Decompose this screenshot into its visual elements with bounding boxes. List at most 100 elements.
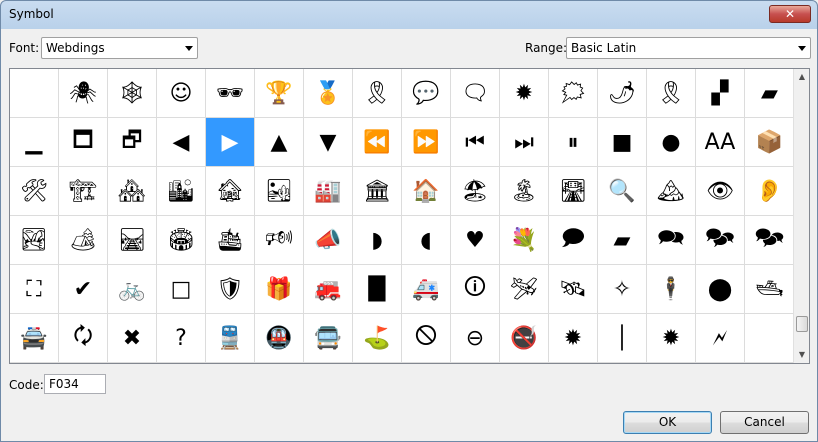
fire-engine-icon[interactable]: 🚒	[304, 265, 353, 314]
heart-icon[interactable]: ♥	[451, 216, 500, 265]
symbol-cell-empty[interactable]	[745, 314, 794, 363]
triangle-left-icon[interactable]: ◀	[157, 118, 206, 167]
prohibited-icon[interactable]: 🛇	[402, 314, 451, 363]
pause-icon[interactable]: ⏸	[549, 118, 598, 167]
no-entry-icon[interactable]: ⊖	[451, 314, 500, 363]
triangle-up-icon[interactable]: ▲	[255, 118, 304, 167]
construction-icon[interactable]: 🏗	[59, 167, 108, 216]
derelict-house-icon[interactable]: 🏚	[206, 167, 255, 216]
font-dropdown[interactable]: Webdings	[41, 37, 198, 59]
record-icon[interactable]: ●	[647, 118, 696, 167]
train-icon[interactable]: 🚆	[206, 314, 255, 363]
no-smiley-icon[interactable]: ☺	[157, 69, 206, 118]
font-size-icon[interactable]: AA	[696, 118, 745, 167]
slash-bar-icon[interactable]: ▰	[745, 69, 794, 118]
scroll-thumb[interactable]	[796, 316, 808, 332]
scroll-down-icon[interactable]: ▼	[794, 347, 810, 363]
information-icon[interactable]: 🛈	[451, 265, 500, 314]
cruise-ship-icon[interactable]: 🛳	[206, 216, 255, 265]
shield-icon[interactable]: 🛡	[206, 265, 255, 314]
rewind-icon[interactable]: ⏪	[353, 118, 402, 167]
triangle-right-icon[interactable]: ▶	[206, 118, 255, 167]
bouquet-icon[interactable]: 💐	[500, 216, 549, 265]
tools-icon[interactable]: 🛠	[10, 167, 59, 216]
ambulance-icon[interactable]: 🚑	[402, 265, 451, 314]
national-park-icon[interactable]: 🏞	[10, 216, 59, 265]
camping-icon[interactable]: 🏕	[59, 216, 108, 265]
code-field[interactable]: F034	[44, 374, 106, 394]
skip-back-icon[interactable]: ⏮	[451, 118, 500, 167]
houses-icon[interactable]: 🏘	[108, 167, 157, 216]
diagonal-bar-icon[interactable]: ▰	[598, 216, 647, 265]
white-square-icon[interactable]: □	[157, 265, 206, 314]
triangle-down-icon[interactable]: ▼	[304, 118, 353, 167]
range-dropdown[interactable]: Basic Latin	[566, 37, 811, 59]
explosion-icon[interactable]: ✹	[549, 314, 598, 363]
two-bubbles-icon[interactable]: 🗪	[647, 216, 696, 265]
vertical-scrollbar[interactable]: ▲ ▼	[793, 69, 809, 363]
question-mark-icon[interactable]: ?	[157, 314, 206, 363]
ok-button[interactable]: OK	[623, 411, 712, 434]
three-bubbles-icon[interactable]: 🗫	[696, 216, 745, 265]
sunglasses-icon[interactable]: 🕶	[206, 69, 255, 118]
check-mark-icon[interactable]: ✔	[59, 265, 108, 314]
ribbon-scroll-icon[interactable]: 🎗	[353, 69, 402, 118]
ear-icon[interactable]: 👂	[745, 167, 794, 216]
checker-icon[interactable]: ▞	[696, 69, 745, 118]
factory-icon[interactable]: 🏭	[304, 167, 353, 216]
x-mark-icon[interactable]: ✖	[108, 314, 157, 363]
awareness-ribbon-icon[interactable]: 🎗	[647, 69, 696, 118]
chili-pepper-icon[interactable]: 🌶	[598, 69, 647, 118]
speaker-right-icon[interactable]: ◗	[353, 216, 402, 265]
restore-icon[interactable]: 🗗	[108, 118, 157, 167]
symbol-cell-empty[interactable]	[10, 69, 59, 118]
medal-icon[interactable]: 🏅	[304, 69, 353, 118]
beach-umbrella-icon[interactable]: 🏖	[451, 167, 500, 216]
magnifier-icon[interactable]: 🔍	[598, 167, 647, 216]
box-icon[interactable]: 📦	[745, 118, 794, 167]
bubbles-group-icon[interactable]: 🗫	[745, 216, 794, 265]
speech-bubble-icon[interactable]: 💬	[402, 69, 451, 118]
house-icon[interactable]: 🏠	[402, 167, 451, 216]
minimize-icon[interactable]: ▁	[10, 118, 59, 167]
small-airplane-icon[interactable]: 🛩	[500, 265, 549, 314]
bus-icon[interactable]: 🚍	[304, 314, 353, 363]
desert-icon[interactable]: 🏜	[255, 167, 304, 216]
spider-web-icon[interactable]: 🕸	[108, 69, 157, 118]
lightning-icon[interactable]: 🗲	[696, 314, 745, 363]
motor-boat-icon[interactable]: 🛥	[745, 265, 794, 314]
cancel-button[interactable]: Cancel	[720, 411, 809, 434]
speech-bubble-left-icon[interactable]: 🗨	[451, 69, 500, 118]
gift-icon[interactable]: 🎁	[255, 265, 304, 314]
speaker-left-icon[interactable]: ◖	[402, 216, 451, 265]
satellite-icon[interactable]: 🛰	[549, 265, 598, 314]
metro-icon[interactable]: 🚇	[255, 314, 304, 363]
compass-star-icon[interactable]: ✧	[598, 265, 647, 314]
golf-flag-icon[interactable]: ⛳	[353, 314, 402, 363]
starburst-icon[interactable]: ✹	[500, 69, 549, 118]
classical-building-icon[interactable]: 🏛	[353, 167, 402, 216]
bullhorn-waves-icon[interactable]: 🕬	[255, 216, 304, 265]
stadium-icon[interactable]: 🏟	[157, 216, 206, 265]
bicycle-icon[interactable]: 🚲	[108, 265, 157, 314]
trophy-icon[interactable]: 🏆	[255, 69, 304, 118]
skip-forward-icon[interactable]: ⏭	[500, 118, 549, 167]
megaphone-icon[interactable]: 📣	[304, 216, 353, 265]
anger-bubble-icon[interactable]: 🗯	[549, 69, 598, 118]
levitating-man-icon[interactable]: 🕴	[647, 265, 696, 314]
mountain-icon[interactable]: 🏔	[647, 167, 696, 216]
dashed-square-icon[interactable]: ⛶	[10, 265, 59, 314]
eye-icon[interactable]: 👁	[696, 167, 745, 216]
fast-forward-icon[interactable]: ⏩	[402, 118, 451, 167]
stop-icon[interactable]: ■	[598, 118, 647, 167]
scroll-up-icon[interactable]: ▲	[794, 69, 810, 85]
spider-icon[interactable]: 🕷	[59, 69, 108, 118]
vertical-line-icon[interactable]: │	[598, 314, 647, 363]
refresh-arrows-icon[interactable]: 🗘	[59, 314, 108, 363]
right-speech-bubble-icon[interactable]: 🗩	[549, 216, 598, 265]
island-icon[interactable]: 🏝	[500, 167, 549, 216]
cityscape-icon[interactable]: 🏙	[157, 167, 206, 216]
burst-icon[interactable]: ✹	[647, 314, 696, 363]
maximize-icon[interactable]: 🗖	[59, 118, 108, 167]
black-circle-icon[interactable]: ⬤	[696, 265, 745, 314]
